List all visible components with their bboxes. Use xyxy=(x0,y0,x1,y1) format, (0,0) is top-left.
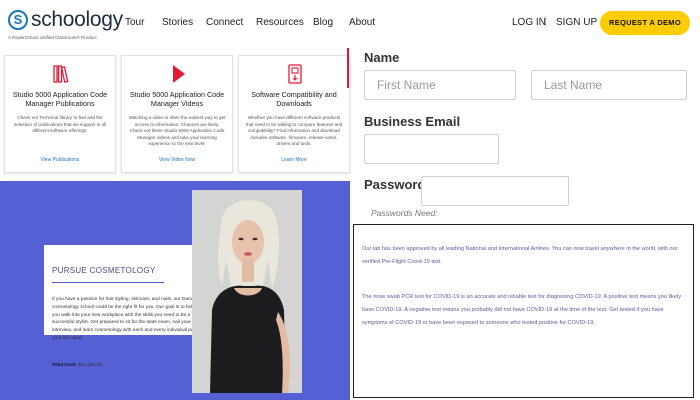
password-field[interactable] xyxy=(421,176,569,206)
business-email-label: Business Email xyxy=(364,114,461,129)
covid-test-notice: Our lab has been approved by all leading… xyxy=(353,224,694,398)
notice-paragraph: The nose swab PCR test for COVID-19 is a… xyxy=(362,294,681,326)
site-header: S schoology A PowerSchool Unified Classr… xyxy=(0,0,700,46)
login-link[interactable]: LOG IN xyxy=(512,17,546,28)
accent-divider xyxy=(347,48,349,88)
total-cost-label: Total Cost: xyxy=(52,363,77,368)
request-demo-button[interactable]: REQUEST A DEMO xyxy=(600,11,690,35)
cosmetology-body: If you have a passion for hair styling, … xyxy=(52,297,202,341)
first-name-field[interactable]: First Name xyxy=(364,70,516,100)
nav-tour[interactable]: Tour xyxy=(125,17,144,28)
notice-paragraph: Our lab has been approved by all leading… xyxy=(362,246,678,265)
view-video-link[interactable]: View Video Now xyxy=(122,157,232,163)
nav-connect[interactable]: Connect xyxy=(206,17,243,28)
logo-tagline: A PowerSchool Unified Classroom® Product xyxy=(8,35,97,40)
card-title: Studio 5000 Application Code Manager Pub… xyxy=(12,90,108,108)
card-title: Software Compatibility and Downloads xyxy=(251,90,337,108)
total-cost: Total Cost: $24,254.00 xyxy=(52,363,102,368)
last-name-field[interactable]: Last Name xyxy=(531,70,687,100)
password-requirements-hint: Passwords Need: xyxy=(371,208,438,218)
name-label: Name xyxy=(364,50,400,65)
total-cost-value: $24,254.00 xyxy=(78,363,103,368)
resource-card-publications: Studio 5000 Application Code Manager Pub… xyxy=(4,55,116,173)
nav-separator: | xyxy=(544,16,547,27)
schoology-logo[interactable]: S schoology A PowerSchool Unified Classr… xyxy=(8,8,123,40)
portrait-illustration xyxy=(192,190,302,393)
nav-stories[interactable]: Stories xyxy=(162,17,193,28)
logo-wordmark: schoology xyxy=(31,8,123,31)
download-icon xyxy=(288,64,302,84)
nav-blog[interactable]: Blog xyxy=(313,17,333,28)
business-email-field[interactable] xyxy=(364,134,499,164)
model-portrait-image xyxy=(192,190,302,393)
books-icon xyxy=(53,65,69,83)
view-publications-link[interactable]: View Publications xyxy=(5,157,115,163)
cosmetology-title: PURSUE COSMETOLOGY xyxy=(52,266,156,275)
password-label: Password xyxy=(364,177,426,192)
card-description: Whether you have different software prod… xyxy=(245,115,343,146)
learn-more-link[interactable]: Learn More xyxy=(239,157,349,163)
card-description: Watching a video is often the easiest wa… xyxy=(128,115,226,146)
signup-link[interactable]: SIGN UP xyxy=(556,17,597,28)
logo-mark-icon: S xyxy=(8,10,28,30)
nav-resources[interactable]: Resources xyxy=(256,17,304,28)
play-icon xyxy=(173,65,185,83)
card-title: Studio 5000 Application Code Manager Vid… xyxy=(129,90,225,108)
nav-about[interactable]: About xyxy=(349,17,375,28)
resource-card-software: Software Compatibility and Downloads Whe… xyxy=(238,55,350,173)
card-description: Check out Technical library to find and … xyxy=(13,115,107,133)
title-underline xyxy=(52,282,164,283)
resource-card-videos: Studio 5000 Application Code Manager Vid… xyxy=(121,55,233,173)
